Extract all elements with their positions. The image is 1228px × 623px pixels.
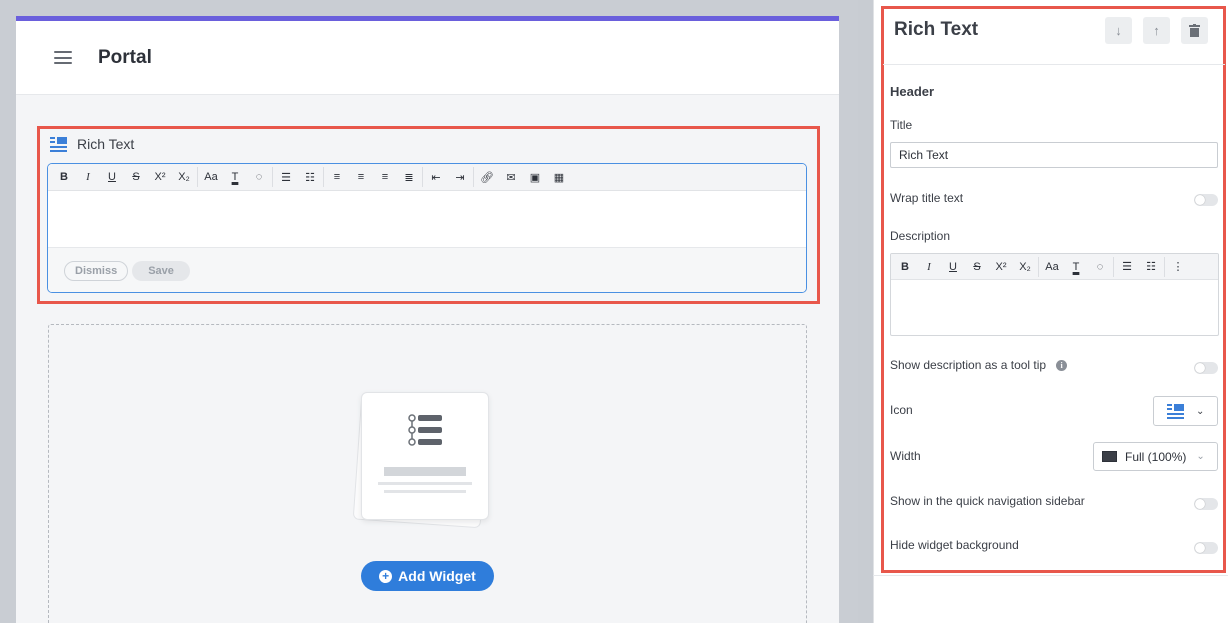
divider (883, 64, 1225, 65)
table-icon[interactable]: ▦ (547, 167, 571, 187)
highlight-icon[interactable]: ◌ (1088, 257, 1112, 277)
width-label: Width (890, 449, 921, 463)
highlight-icon[interactable]: ◌ (247, 167, 271, 187)
description-editor[interactable]: B I U S X² X₂ Aa T ◌ ☰ ☷ ⋮ (890, 253, 1219, 336)
align-left-icon[interactable]: ≡ (325, 167, 349, 187)
panel-title: Rich Text (894, 19, 979, 40)
move-down-icon[interactable]: ↓ (1105, 17, 1132, 44)
font-size-button[interactable]: Aa (199, 167, 223, 187)
description-label: Description (890, 229, 951, 243)
width-dropdown[interactable]: Full (100%) ⌄ (1093, 442, 1218, 471)
bullet-list-icon[interactable]: ☰ (1115, 257, 1139, 277)
text-color-button[interactable]: T (223, 167, 247, 187)
editor-footer: Dismiss Save (48, 247, 806, 292)
bold-button[interactable]: B (52, 167, 76, 187)
subscript-button[interactable]: X₂ (1013, 257, 1037, 277)
save-button[interactable]: Save (132, 260, 190, 281)
underline-button[interactable]: U (100, 167, 124, 187)
italic-button[interactable]: I (76, 167, 100, 187)
quicknav-label: Show in the quick navigation sidebar (890, 494, 1085, 508)
canvas-area: Portal Rich Text B I U S X² X₂ Aa T ◌ ☰ … (0, 0, 858, 623)
tooltip-toggle[interactable] (1194, 362, 1218, 374)
hide-bg-label: Hide widget background (890, 538, 1019, 552)
font-size-button[interactable]: Aa (1040, 257, 1064, 277)
full-width-icon (1102, 451, 1117, 462)
wrap-title-label: Wrap title text (890, 191, 964, 205)
bullet-list-icon[interactable]: ☰ (274, 167, 298, 187)
outdent-icon[interactable]: ⇤ (424, 167, 448, 187)
numbered-list-icon[interactable]: ☷ (298, 167, 322, 187)
tooltip-row: Show description as a tool tip i (890, 358, 1068, 372)
title-label: Title (890, 118, 913, 132)
rich-text-icon (50, 136, 67, 152)
delete-icon[interactable] (1181, 17, 1208, 44)
section-header: Header (890, 84, 935, 99)
strikethrough-button[interactable]: S (965, 257, 989, 277)
bold-button[interactable]: B (893, 257, 917, 277)
dismiss-button[interactable]: Dismiss (64, 260, 129, 281)
image-icon[interactable]: ▣ (523, 167, 547, 187)
strikethrough-button[interactable]: S (124, 167, 148, 187)
add-widget-button[interactable]: + Add Widget (361, 561, 494, 591)
align-right-icon[interactable]: ≡ (373, 167, 397, 187)
plus-icon: + (379, 569, 393, 583)
subscript-button[interactable]: X₂ (172, 167, 196, 187)
title-input[interactable] (890, 142, 1218, 168)
panel-divider (873, 575, 1228, 576)
icon-label: Icon (890, 403, 913, 417)
width-value: Full (100%) (1125, 449, 1187, 464)
editor-toolbar: B I U S X² X₂ Aa T ◌ ☰ ☷ ≡ ≡ ≡ ≣ ⇤ ⇥ 🔗︎ … (48, 164, 806, 191)
widget-illustration (352, 391, 490, 529)
indent-icon[interactable]: ⇥ (448, 167, 472, 187)
page-title: Portal (98, 46, 152, 68)
rich-text-icon (1167, 403, 1184, 419)
superscript-button[interactable]: X² (989, 257, 1013, 277)
rich-text-editor[interactable]: B I U S X² X₂ Aa T ◌ ☰ ☷ ≡ ≡ ≡ ≣ ⇤ ⇥ 🔗︎ … (47, 163, 807, 293)
link-icon[interactable]: 🔗︎ (475, 167, 499, 187)
italic-button[interactable]: I (917, 257, 941, 277)
portal-header: Portal (16, 21, 839, 95)
widget-title: Rich Text (77, 136, 135, 152)
tooltip-label: Show description as a tool tip (890, 358, 1047, 372)
editor-content-area[interactable] (48, 191, 806, 247)
underline-button[interactable]: U (941, 257, 965, 277)
email-icon[interactable]: ✉ (499, 167, 523, 187)
info-icon[interactable]: i (1056, 359, 1068, 371)
align-justify-icon[interactable]: ≣ (397, 167, 421, 187)
text-color-button[interactable]: T (1064, 257, 1088, 277)
move-up-icon[interactable]: ↑ (1143, 17, 1170, 44)
wrap-title-toggle[interactable] (1194, 194, 1218, 206)
hide-bg-toggle[interactable] (1194, 542, 1218, 554)
portal-page: Portal Rich Text B I U S X² X₂ Aa T ◌ ☰ … (16, 16, 839, 623)
superscript-button[interactable]: X² (148, 167, 172, 187)
chevron-down-icon: ⌄ (1196, 405, 1205, 417)
hamburger-menu-icon[interactable] (54, 51, 72, 64)
quicknav-toggle[interactable] (1194, 498, 1218, 510)
icon-dropdown[interactable]: ⌄ (1153, 396, 1218, 426)
numbered-list-icon[interactable]: ☷ (1139, 257, 1163, 277)
rich-text-widget-header: Rich Text (50, 136, 134, 152)
chevron-down-icon: ⌄ (1196, 451, 1205, 462)
align-center-icon[interactable]: ≡ (349, 167, 373, 187)
add-widget-label: Add Widget (398, 568, 476, 584)
description-toolbar: B I U S X² X₂ Aa T ◌ ☰ ☷ ⋮ (891, 254, 1218, 280)
more-options-icon[interactable]: ⋮ (1166, 257, 1190, 277)
